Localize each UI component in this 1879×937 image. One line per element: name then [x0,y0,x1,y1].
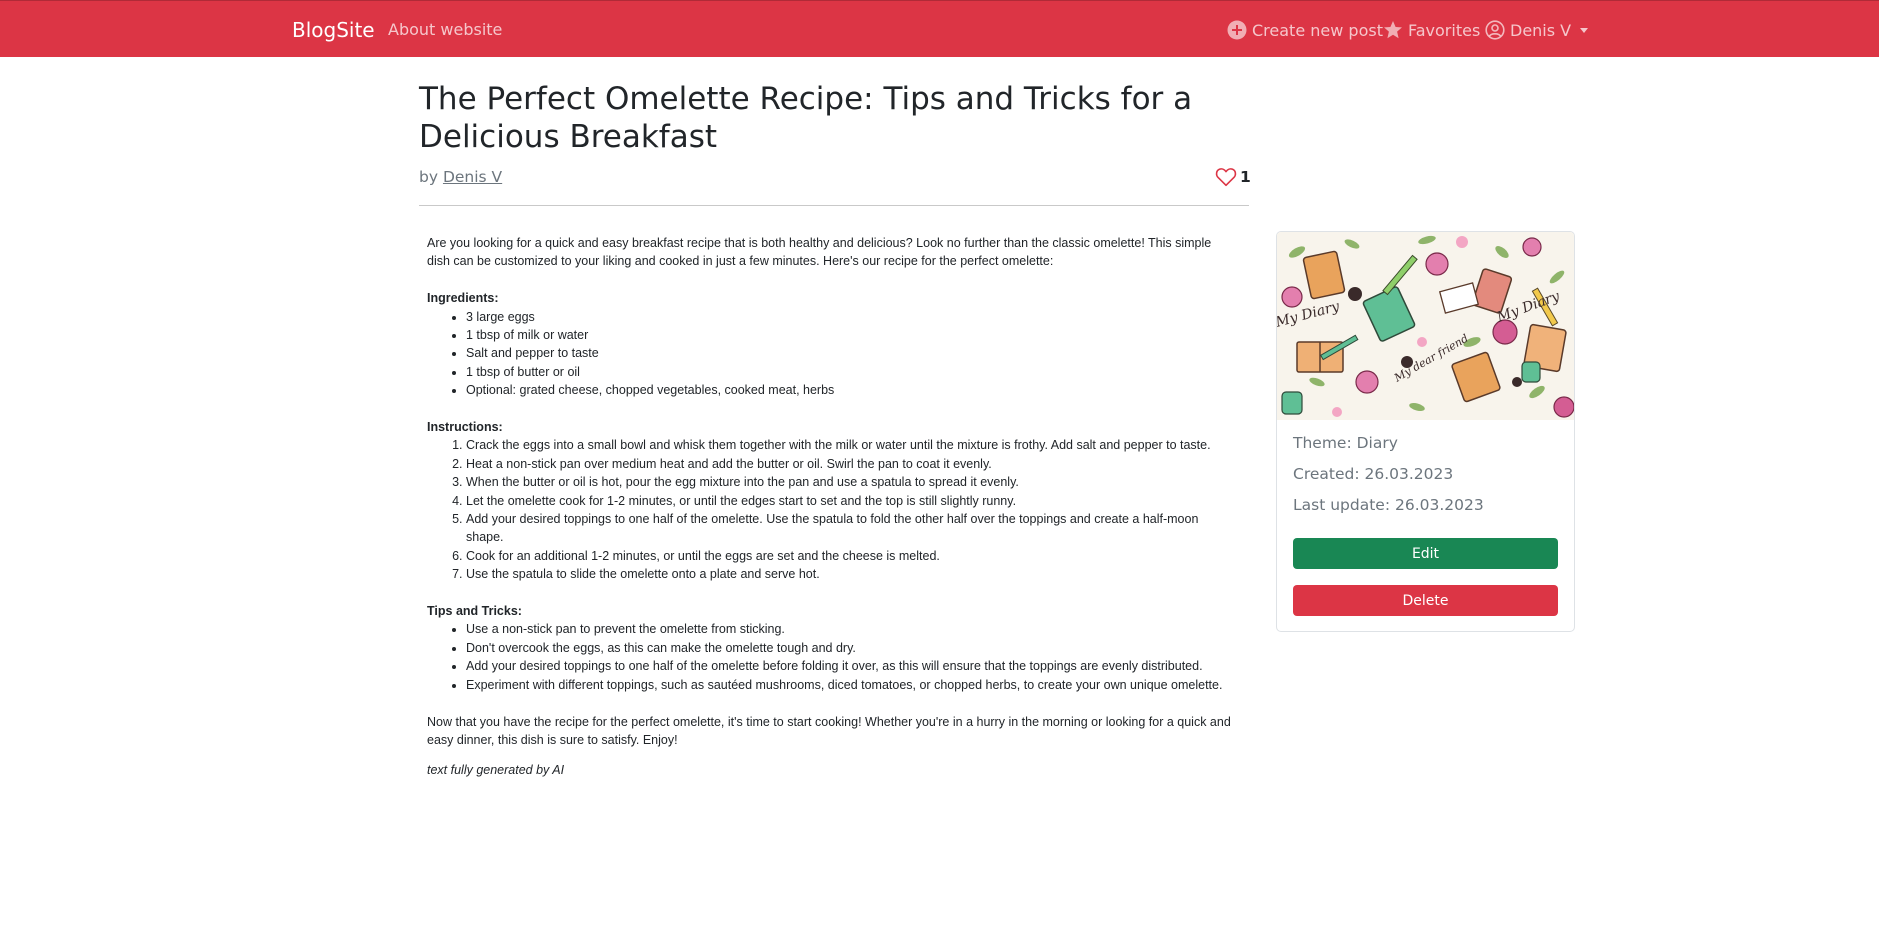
ingredients-heading: Ingredients: [427,291,499,306]
list-item: Crack the eggs into a small bowl and whi… [466,436,1237,454]
nav-favorites-link[interactable]: Favorites [1383,20,1480,40]
ingredients-list: 3 large eggs 1 tbsp of milk or water Sal… [427,308,1237,400]
nav-user-dropdown[interactable]: Denis V [1485,20,1589,40]
diary-pattern-illustration: My Diary My dear friend My Diary [1277,232,1574,420]
instructions-list: Crack the eggs into a small bowl and whi… [427,436,1237,583]
article-outro: Now that you have the recipe for the per… [427,714,1231,747]
tips-heading: Tips and Tricks: [427,604,522,619]
nav-about-link[interactable]: About website [388,20,502,39]
brand-logo[interactable]: BlogSite [292,18,375,42]
post-info-card: My Diary My dear friend My Diary Theme: … [1276,231,1575,632]
list-item: Don't overcook the eggs, as this can mak… [466,639,1237,657]
list-item: Use a non-stick pan to prevent the omele… [466,620,1237,638]
caret-down-icon [1580,27,1589,33]
list-item: 1 tbsp of milk or water [466,326,1237,344]
list-item: Add your desired toppings to one half of… [466,657,1237,675]
nav-user-name: Denis V [1510,20,1572,40]
nav-about-label: About website [388,20,503,39]
user-circle-icon [1485,20,1505,40]
list-item: Optional: grated cheese, chopped vegetab… [466,381,1237,399]
edit-button[interactable]: Edit [1293,538,1558,569]
post-title: The Perfect Omelette Recipe: Tips and Tr… [419,81,1193,155]
plus-circle-icon [1227,20,1247,40]
top-navbar: BlogSite About website Create new post F… [0,0,1879,57]
author-link[interactable]: Denis V [443,168,502,186]
list-item: When the butter or oil is hot, pour the … [466,473,1237,491]
nav-create-post-link[interactable]: Create new post [1227,20,1383,40]
list-item: Let the omelette cook for 1-2 minutes, o… [466,492,1237,510]
instructions-heading: Instructions: [427,420,503,435]
list-item: Heat a non-stick pan over medium heat an… [466,455,1237,473]
star-icon [1384,21,1402,39]
post-byline: by Denis V [419,168,502,186]
like-counter[interactable]: 1 [1215,167,1251,187]
delete-button[interactable]: Delete [1293,585,1558,616]
list-item: Experiment with different toppings, such… [466,676,1237,694]
heart-outline-icon[interactable] [1215,167,1237,187]
ai-credit-note: text fully generated by AI [427,763,565,778]
list-item: 3 large eggs [466,308,1237,326]
last-update-date: Last update: 26.03.2023 [1293,496,1484,514]
created-date: Created: 26.03.2023 [1293,465,1454,483]
tips-list: Use a non-stick pan to prevent the omele… [427,620,1237,694]
title-divider [419,205,1249,206]
theme-image: My Diary My dear friend My Diary [1277,232,1574,420]
theme-label: Theme: Diary [1293,434,1398,452]
like-count: 1 [1240,168,1251,186]
nav-create-post-label: Create new post [1252,20,1383,40]
list-item: Use the spatula to slide the omelette on… [466,565,1237,583]
list-item: 1 tbsp of butter or oil [466,363,1237,381]
list-item: Salt and pepper to taste [466,344,1237,362]
byline-prefix: by [419,168,439,186]
list-item: Add your desired toppings to one half of… [466,510,1237,547]
list-item: Cook for an additional 1-2 minutes, or u… [466,547,1237,565]
nav-favorites-label: Favorites [1408,20,1481,40]
article-intro: Are you looking for a quick and easy bre… [427,236,1212,269]
article-body: Are you looking for a quick and easy bre… [427,234,1237,780]
